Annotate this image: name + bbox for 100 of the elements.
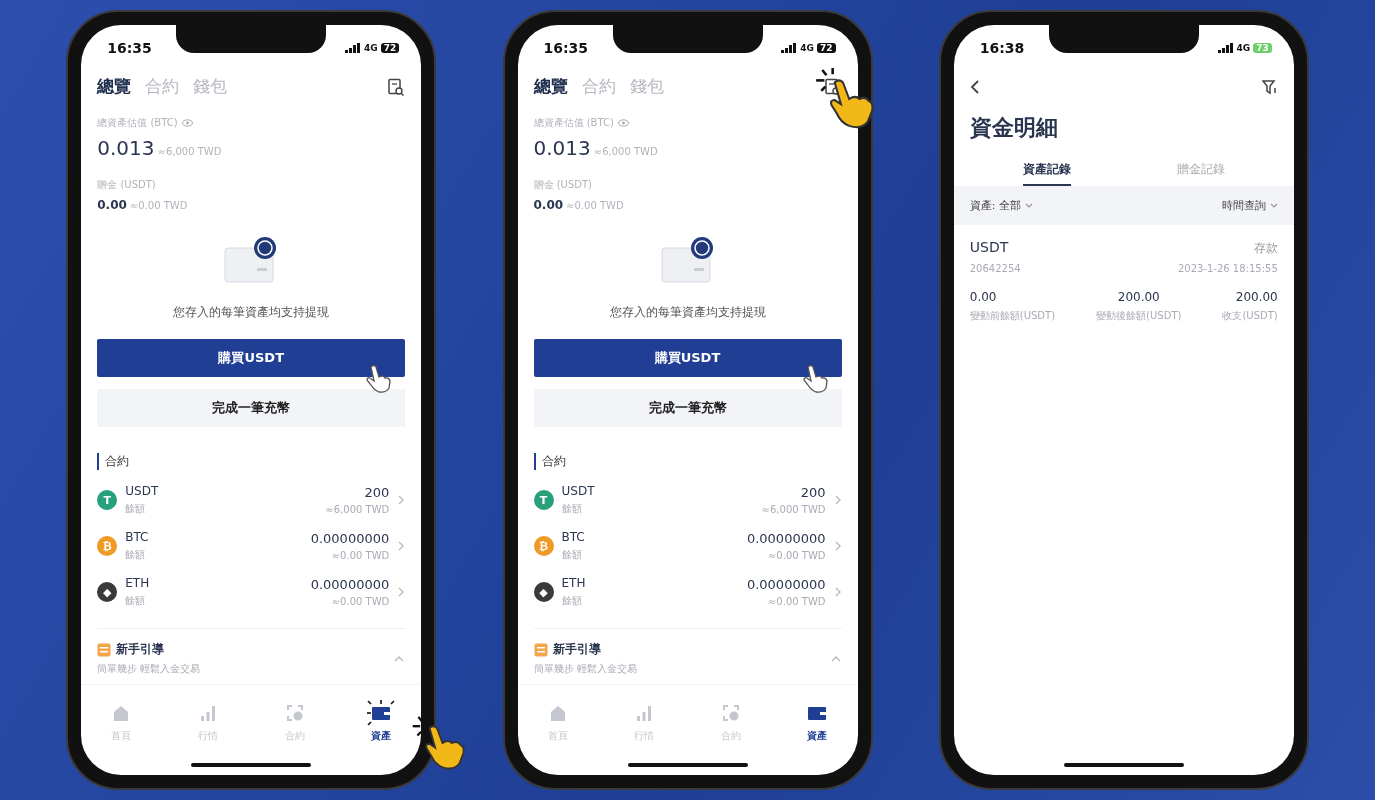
coin-icon: ◆ — [533, 582, 554, 602]
status-time: 16:38 — [979, 40, 1025, 56]
back-icon[interactable] — [969, 79, 980, 95]
coin-row[interactable]: T USDT 餘額 200 ≈6,000 TWD — [97, 484, 406, 516]
top-tab[interactable]: 總覽 — [97, 75, 132, 98]
coin-balance-label: 餘額 — [561, 502, 583, 516]
coin-symbol: USDT — [125, 484, 160, 498]
network-label: 4G — [800, 43, 814, 53]
record-type: 存款 — [1253, 240, 1278, 257]
nav-tab[interactable]: 資產 — [351, 699, 412, 744]
battery-level: 73 — [1253, 43, 1272, 53]
coin-row[interactable]: ◆ ETH 餘額 0.00000000 ≈0.00 TWD — [97, 576, 406, 608]
coin-approx: ≈0.00 TWD — [767, 596, 826, 607]
coin-icon: ₿ — [533, 536, 554, 556]
page-title: 資金明細 — [969, 114, 1059, 142]
coin-balance-label: 餘額 — [125, 548, 147, 562]
coin-approx: ≈0.00 TWD — [767, 550, 826, 561]
coin-amount: 200 — [800, 485, 826, 500]
coin-amount: 0.00000000 — [310, 531, 390, 546]
chevron-right-icon — [833, 540, 842, 552]
chevron-down-icon — [1269, 203, 1278, 208]
network-label: 4G — [364, 43, 378, 53]
record-date: 2023-1-26 18:15:55 — [1177, 263, 1278, 274]
guide-icon — [97, 642, 112, 657]
chevron-up-icon — [393, 654, 406, 663]
signal-icon — [1217, 43, 1234, 53]
section-heading: 合約 — [533, 453, 842, 470]
coin-row[interactable]: ₿ BTC 餘額 0.00000000 ≈0.00 TWD — [97, 530, 406, 562]
coin-approx: ≈6,000 TWD — [761, 504, 826, 515]
coin-icon: ₿ — [97, 536, 118, 556]
signal-icon — [345, 43, 362, 53]
guide-title: 新手引導 — [116, 641, 165, 658]
guide-subtitle: 簡單幾步 輕鬆入金交易 — [97, 662, 201, 676]
coin-row[interactable]: ◆ ETH 餘額 0.00000000 ≈0.00 TWD — [533, 576, 842, 608]
bonus-approx: ≈0.00 TWD — [129, 200, 188, 211]
total-assets-label: 總資產估值 (BTC) — [533, 116, 614, 130]
top-tab[interactable]: 總覽 — [533, 75, 568, 98]
asset-filter[interactable]: 資產: 全部 — [969, 198, 1033, 213]
coin-icon: T — [533, 490, 554, 510]
bonus-value: 0.00 — [97, 198, 127, 212]
total-assets-approx: ≈6,000 TWD — [593, 146, 658, 157]
record-value-label: 收支(USDT) — [1222, 309, 1278, 323]
guide-panel[interactable]: 新手引導 簡單幾步 輕鬆入金交易 — [97, 628, 406, 676]
chevron-right-icon — [397, 540, 406, 552]
coin-symbol: BTC — [561, 530, 586, 544]
guide-panel[interactable]: 新手引導 簡單幾步 輕鬆入金交易 — [533, 628, 842, 676]
section-heading: 合約 — [97, 453, 406, 470]
battery-level: 72 — [816, 43, 836, 53]
chevron-down-icon — [1024, 203, 1033, 208]
records-icon[interactable] — [387, 77, 406, 96]
coin-icon: T — [97, 490, 118, 510]
time-filter[interactable]: 時間查詢 — [1221, 198, 1278, 213]
record-value-label: 變動前餘額(USDT) — [969, 309, 1056, 323]
guide-icon — [533, 642, 548, 657]
bonus-approx: ≈0.00 TWD — [566, 200, 624, 211]
total-assets-value: 0.013 — [533, 136, 591, 160]
guide-title: 新手引導 — [552, 641, 601, 658]
coin-symbol: ETH — [561, 576, 587, 590]
chevron-up-icon — [829, 654, 842, 663]
coin-balance-label: 餘額 — [125, 502, 147, 516]
record-value: 200.00 — [1235, 290, 1278, 304]
chevron-right-icon — [397, 586, 406, 598]
deposit-button[interactable]: 完成一筆充幣 — [97, 389, 406, 427]
coin-symbol: BTC — [125, 530, 150, 544]
coin-approx: ≈6,000 TWD — [325, 504, 390, 515]
coin-amount: 0.00000000 — [746, 531, 826, 546]
status-time: 16:35 — [543, 40, 589, 56]
coin-balance-label: 餘額 — [561, 548, 583, 562]
total-assets-label: 總資產估值 (BTC) — [97, 116, 178, 130]
record-value: 0.00 — [969, 290, 997, 304]
coin-amount: 0.00000000 — [746, 577, 826, 592]
coin-row[interactable]: ₿ BTC 餘額 0.00000000 ≈0.00 TWD — [533, 530, 842, 562]
coin-row[interactable]: T USDT 餘額 200 ≈6,000 TWD — [533, 484, 842, 516]
bonus-label: 贈金 (USDT) — [533, 178, 592, 192]
nav-tab[interactable]: 資產 — [787, 699, 848, 744]
wallet-icon — [366, 700, 397, 726]
coin-amount: 0.00000000 — [310, 577, 390, 592]
bonus-label: 贈金 (USDT) — [97, 178, 156, 192]
record-value-label: 變動後餘額(USDT) — [1096, 309, 1182, 323]
coin-amount: 200 — [364, 485, 390, 500]
withdraw-note: 您存入的每筆資產均支持提現 — [608, 304, 767, 321]
coin-symbol: USDT — [561, 484, 596, 498]
status-time: 16:35 — [107, 40, 152, 56]
coin-symbol: ETH — [125, 576, 151, 590]
total-assets-approx: ≈6,000 TWD — [157, 146, 222, 157]
coin-approx: ≈0.00 TWD — [331, 550, 390, 561]
bonus-value: 0.00 — [533, 198, 564, 212]
network-label: 4G — [1236, 43, 1251, 53]
buy-usdt-button[interactable]: 購買USDT — [533, 339, 842, 377]
record-id: 20642254 — [969, 263, 1021, 274]
chevron-right-icon — [833, 586, 842, 598]
record-value: 200.00 — [1117, 290, 1160, 304]
signal-icon — [781, 43, 798, 53]
coin-approx: ≈0.00 TWD — [331, 596, 390, 607]
coin-balance-label: 餘額 — [561, 594, 583, 608]
chevron-right-icon — [833, 494, 842, 506]
total-assets-value: 0.013 — [97, 136, 155, 160]
filter-icon[interactable] — [1261, 79, 1278, 95]
buy-usdt-button[interactable]: 購買USDT — [97, 339, 406, 377]
deposit-button[interactable]: 完成一筆充幣 — [533, 389, 842, 427]
